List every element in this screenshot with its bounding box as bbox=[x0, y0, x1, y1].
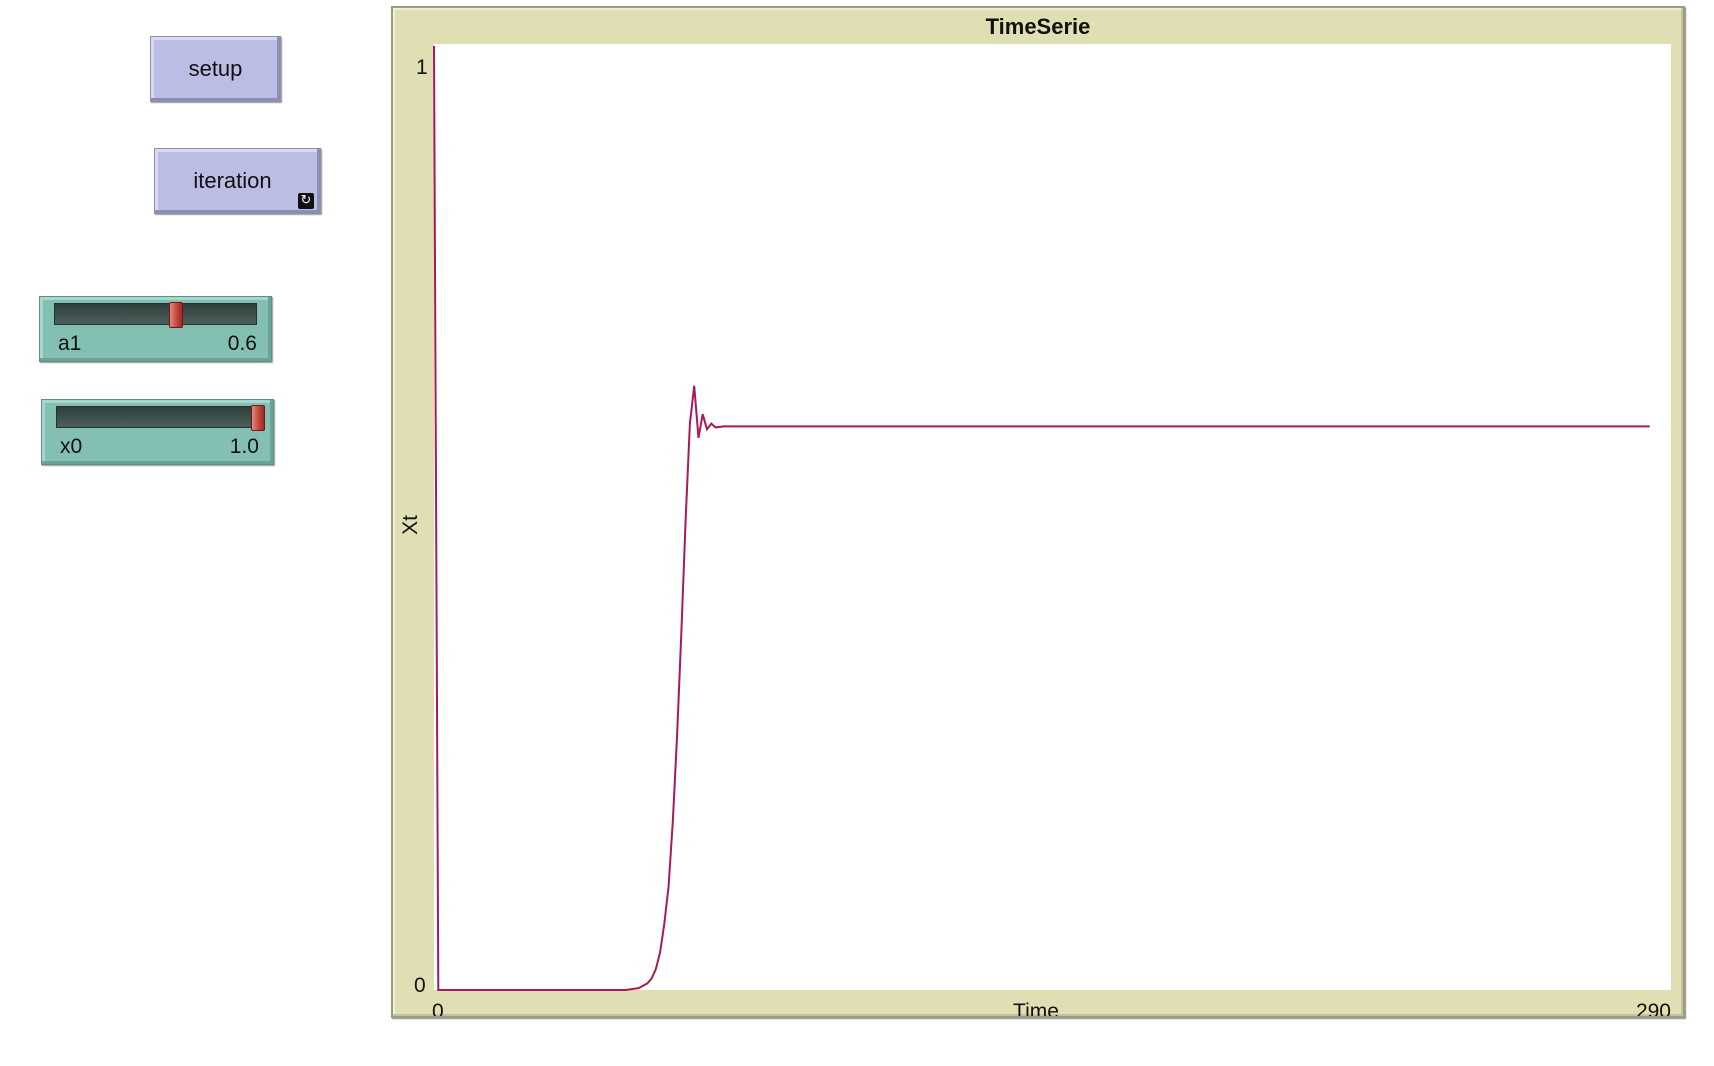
setup-button-label: setup bbox=[188, 56, 243, 81]
slider-x0[interactable]: x0 1.0 bbox=[41, 399, 274, 465]
plot-area bbox=[434, 44, 1671, 990]
y-tick-label-max: 1 bbox=[416, 56, 428, 79]
setup-button[interactable]: setup bbox=[150, 36, 281, 102]
slider-a1-value: 0.6 bbox=[227, 332, 257, 355]
y-axis-label: Xt bbox=[399, 515, 422, 535]
slider-a1[interactable]: a1 0.6 bbox=[39, 296, 272, 362]
slider-x0-track[interactable] bbox=[56, 405, 265, 431]
iteration-button-label: iteration bbox=[193, 168, 272, 193]
x-axis-label: Time bbox=[1013, 1000, 1059, 1016]
slider-x0-value: 1.0 bbox=[229, 435, 259, 458]
slider-x0-thumb[interactable] bbox=[251, 405, 265, 431]
forever-loop-icon: ↻ bbox=[298, 193, 314, 209]
slider-a1-name: a1 bbox=[58, 332, 82, 355]
timeserie-plot: TimeSerie 1 0 0 290 Time Xt bbox=[391, 6, 1685, 1018]
x-tick-label-min: 0 bbox=[432, 1000, 444, 1016]
x-tick-label-max: 290 bbox=[1636, 1000, 1671, 1016]
iteration-button[interactable]: iteration ↻ bbox=[154, 148, 321, 214]
slider-a1-track[interactable] bbox=[54, 302, 257, 328]
y-tick-label-min: 0 bbox=[414, 974, 426, 997]
plot-svg: 1 0 0 290 Time Xt bbox=[399, 44, 1671, 1016]
slider-a1-thumb[interactable] bbox=[168, 302, 183, 328]
slider-x0-name: x0 bbox=[60, 435, 83, 458]
